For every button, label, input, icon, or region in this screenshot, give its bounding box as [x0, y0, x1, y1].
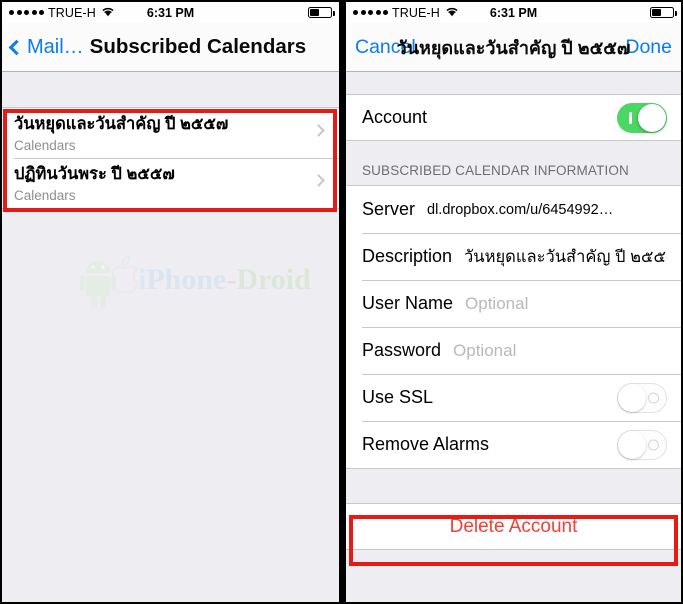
- wifi-icon: [445, 6, 459, 20]
- status-bar-left-group: TRUE-H: [353, 6, 459, 20]
- use-ssl-label: Use SSL: [362, 387, 434, 407]
- password-input[interactable]: Optional: [453, 341, 516, 361]
- nav-bar-left: Mail… Subscribed Calendars: [2, 23, 339, 72]
- subscribed-calendar-list: วันหยุดและวันสำคัญ ปี ๒๕๕๗ Calendars ปฏิ…: [2, 107, 339, 209]
- account-label: Account: [362, 107, 428, 127]
- carrier-label: TRUE-H: [392, 5, 440, 20]
- list-item[interactable]: ปฏิทินวันพระ ปี ๒๕๕๗ Calendars: [2, 158, 339, 208]
- remove-alarms-label: Remove Alarms: [362, 434, 490, 454]
- status-bar-left-group: TRUE-H: [9, 6, 115, 20]
- watermark-part-phone: Phone: [146, 263, 227, 296]
- list-item[interactable]: วันหยุดและวันสำคัญ ปี ๒๕๕๗ Calendars: [2, 108, 339, 158]
- account-row[interactable]: Account: [346, 94, 681, 141]
- battery-icon: [650, 7, 677, 18]
- list-top-gap: [2, 72, 339, 107]
- watermark-part-droid: Droid: [236, 263, 311, 296]
- cancel-button[interactable]: Cancel: [355, 36, 416, 59]
- android-robot-icon: [80, 261, 116, 308]
- left-phone-screen: TRUE-H 6:31 PM Mail… Subscribed Calendar…: [2, 2, 339, 602]
- list-item-subtitle: Calendars: [14, 188, 76, 203]
- status-bar-right: TRUE-H 6:31 PM: [346, 2, 681, 23]
- description-input[interactable]: วันหยุดและวันสำคัญ ปี ๒๕๕๗: [464, 244, 667, 270]
- nav-bar-right: Cancel วันหยุดและวันสำคัญ ปี ๒๕๕๗ Done: [346, 23, 681, 72]
- watermark: iPhone-Droid: [80, 249, 311, 311]
- watermark-part-dash: -: [226, 263, 237, 296]
- password-label: Password: [362, 340, 442, 360]
- back-button-label: Mail…: [27, 35, 84, 58]
- subscribed-calendar-form: Server dl.dropbox.com/u/6454992… Descrip…: [346, 185, 681, 469]
- use-ssl-toggle[interactable]: [617, 382, 667, 413]
- battery-icon: [308, 7, 335, 18]
- status-bar-right-group: [308, 7, 335, 18]
- username-row[interactable]: User Name Optional: [346, 280, 681, 327]
- username-label: User Name: [362, 293, 454, 313]
- status-bar-left: TRUE-H 6:31 PM: [2, 2, 339, 23]
- screenshot-root: TRUE-H 6:31 PM Mail… Subscribed Calendar…: [0, 0, 683, 604]
- use-ssl-row[interactable]: Use SSL: [346, 374, 681, 421]
- server-input[interactable]: dl.dropbox.com/u/6454992…: [427, 202, 613, 218]
- status-bar-right-group: [650, 7, 677, 18]
- signal-strength-icon: [353, 10, 388, 15]
- watermark-text: iPhone-Droid: [138, 263, 311, 297]
- account-top-gap: [346, 72, 681, 94]
- carrier-label: TRUE-H: [48, 5, 96, 20]
- remove-alarms-row[interactable]: Remove Alarms: [346, 421, 681, 468]
- password-row[interactable]: Password Optional: [346, 327, 681, 374]
- delete-account-button[interactable]: Delete Account: [346, 503, 681, 550]
- server-label: Server: [362, 199, 416, 219]
- section-header: SUBSCRIBED CALENDAR INFORMATION: [346, 141, 681, 185]
- page-title: Subscribed Calendars: [89, 35, 307, 58]
- watermark-logos: [80, 249, 146, 311]
- chevron-left-icon: [8, 39, 25, 55]
- done-button[interactable]: Done: [625, 36, 672, 59]
- delete-top-gap: [346, 469, 681, 503]
- apple-logo-icon: [111, 255, 140, 294]
- remove-alarms-toggle[interactable]: [617, 429, 667, 460]
- wifi-icon: [101, 6, 115, 20]
- server-row[interactable]: Server dl.dropbox.com/u/6454992…: [346, 186, 681, 233]
- signal-strength-icon: [9, 10, 44, 15]
- description-label: Description: [362, 246, 453, 266]
- right-phone-screen: TRUE-H 6:31 PM Cancel วันหยุดและวันสำคัญ…: [346, 2, 681, 602]
- description-row[interactable]: Description วันหยุดและวันสำคัญ ปี ๒๕๕๗: [346, 233, 681, 280]
- watermark-part-i: i: [138, 263, 147, 296]
- back-button[interactable]: Mail…: [8, 35, 84, 59]
- account-toggle[interactable]: [617, 102, 667, 133]
- username-input[interactable]: Optional: [465, 294, 528, 314]
- delete-account-label: Delete Account: [449, 515, 578, 537]
- list-item-subtitle: Calendars: [14, 138, 76, 153]
- list-item-title: ปฏิทินวันพระ ปี ๒๕๕๗: [14, 165, 175, 183]
- list-item-title: วันหยุดและวันสำคัญ ปี ๒๕๕๗: [14, 115, 229, 133]
